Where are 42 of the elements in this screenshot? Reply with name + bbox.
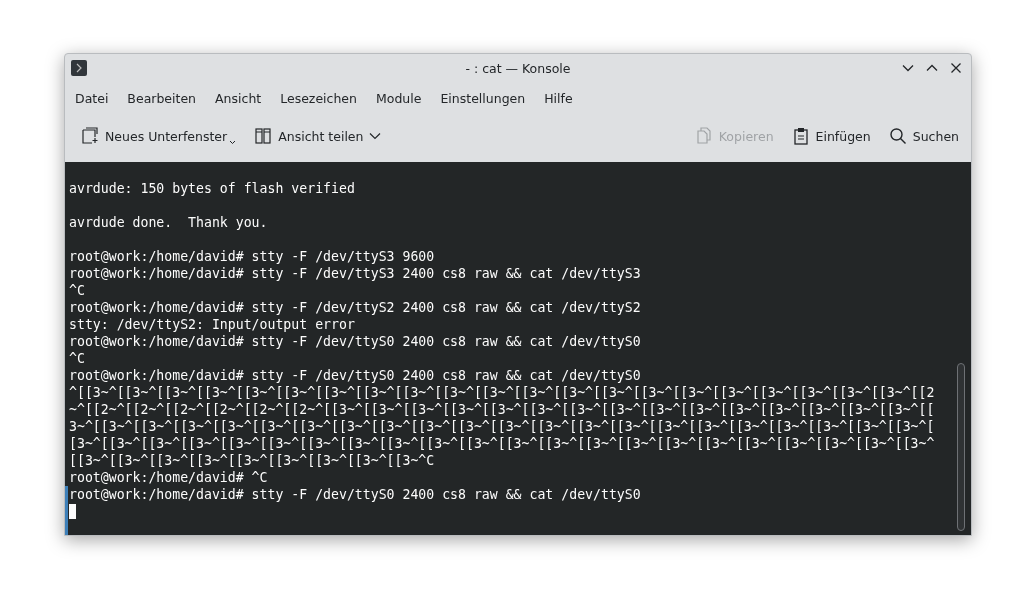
- scrollbar-thumb[interactable]: [957, 363, 965, 531]
- terminal-line: root@work:/home/david# stty -F /dev/ttyS2 2400 cs8 raw && cat /dev/ttyS2: [69, 299, 641, 316]
- toolbar-button[interactable]: Ansicht teilen: [248, 123, 388, 149]
- terminal-line: root@work:/home/david# stty -F /dev/ttyS3 9600: [69, 248, 435, 265]
- terminal-line: ~^[[2~^[[2~^[[2~^[[2~^[[2~^[[2~^[[3~^[[3~^[[3~^[[3~^[[3~^[[3~^[[3~^[[3~^[[3~^[[3~^[[3~^[[3~^[[3~^[[3~^[[3~^[[: [69, 401, 935, 418]
- text-cursor: [69, 504, 76, 519]
- search-icon: [888, 127, 907, 145]
- terminal-line: root@work:/home/david# stty -F /dev/ttyS0 2400 cs8 raw && cat /dev/ttyS0: [69, 486, 641, 503]
- terminal-area[interactable]: [65, 162, 971, 535]
- terminal-line: ^C: [69, 282, 85, 299]
- menu-item[interactable]: Module: [376, 90, 430, 106]
- caret-icon: [369, 132, 382, 140]
- toolbar-button[interactable]: Suchen: [882, 123, 965, 149]
- caret-icon: [229, 140, 237, 145]
- new-tab-icon: [81, 127, 99, 145]
- menu-item[interactable]: Bearbeiten: [127, 90, 205, 106]
- terminal-line: root@work:/home/david# stty -F /dev/ttyS0 2400 cs8 raw && cat /dev/ttyS0: [69, 333, 641, 350]
- terminal-line: root@work:/home/david# stty -F /dev/ttyS3 2400 cs8 raw && cat /dev/ttyS3: [69, 265, 641, 282]
- terminal-line: avrdude: 150 bytes of flash verified: [69, 180, 355, 197]
- terminal-line: 3~^[[3~^[[3~^[[3~^[[3~^[[3~^[[3~^[[3~^[[3~^[[3~^[[3~^[[3~^[[3~^[[3~^[[3~^[[3~^[[3~^[[3~^[[3~^[[3~^[[3~^[[3~^[: [69, 418, 935, 435]
- terminal-line: avrdude done. Thank you.: [69, 214, 268, 231]
- terminal-line: [3~^[[3~^[[3~^[[3~^[[3~^[[3~^[[3~^[[3~^[[3~^[[3~^[[3~^[[3~^[[3~^[[3~^[[3~^[[3~^[[3~^[[3~^[[3~^[[3~^[[3~^[[3~^: [69, 435, 935, 452]
- menu-item[interactable]: Datei: [75, 90, 117, 106]
- terminal-line: [[3~^[[3~^[[3~^[[3~^[[3~^[[3~^[[3~^[[3~^[[3~^C: [69, 452, 435, 469]
- terminal-line: stty: /dev/ttyS2: Input/output error: [69, 316, 355, 333]
- terminal-line: ^C: [69, 350, 85, 367]
- toolbar-button[interactable]: Neues Unterfenster: [75, 123, 243, 149]
- menu-item[interactable]: Einstellungen: [440, 90, 534, 106]
- toolbar-button[interactable]: Einfügen: [785, 123, 877, 149]
- clipboard-icon: [791, 127, 810, 145]
- terminal-icon: [71, 60, 87, 76]
- split-view-icon: [254, 127, 273, 145]
- terminal-line: root@work:/home/david# ^C: [69, 469, 268, 486]
- window-title: - : cat — Konsole: [465, 60, 571, 76]
- copy-icon: [694, 127, 713, 145]
- menu-item[interactable]: Hilfe: [544, 90, 581, 106]
- menu-item[interactable]: Lesezeichen: [280, 90, 365, 106]
- menu-item[interactable]: Ansicht: [215, 90, 270, 106]
- terminal-line: root@work:/home/david# stty -F /dev/ttyS0 2400 cs8 raw && cat /dev/ttyS0: [69, 367, 641, 384]
- close-icon[interactable]: [949, 61, 963, 75]
- terminal-line: ^[[3~^[[3~^[[3~^[[3~^[[3~^[[3~^[[3~^[[3~^[[3~^[[3~^[[3~^[[3~^[[3~^[[3~^[[3~^[[3~^[[3~^[[3~^[[3~^[[3~^[[3~^[[2: [69, 384, 935, 401]
- prompt-marker: [65, 486, 68, 535]
